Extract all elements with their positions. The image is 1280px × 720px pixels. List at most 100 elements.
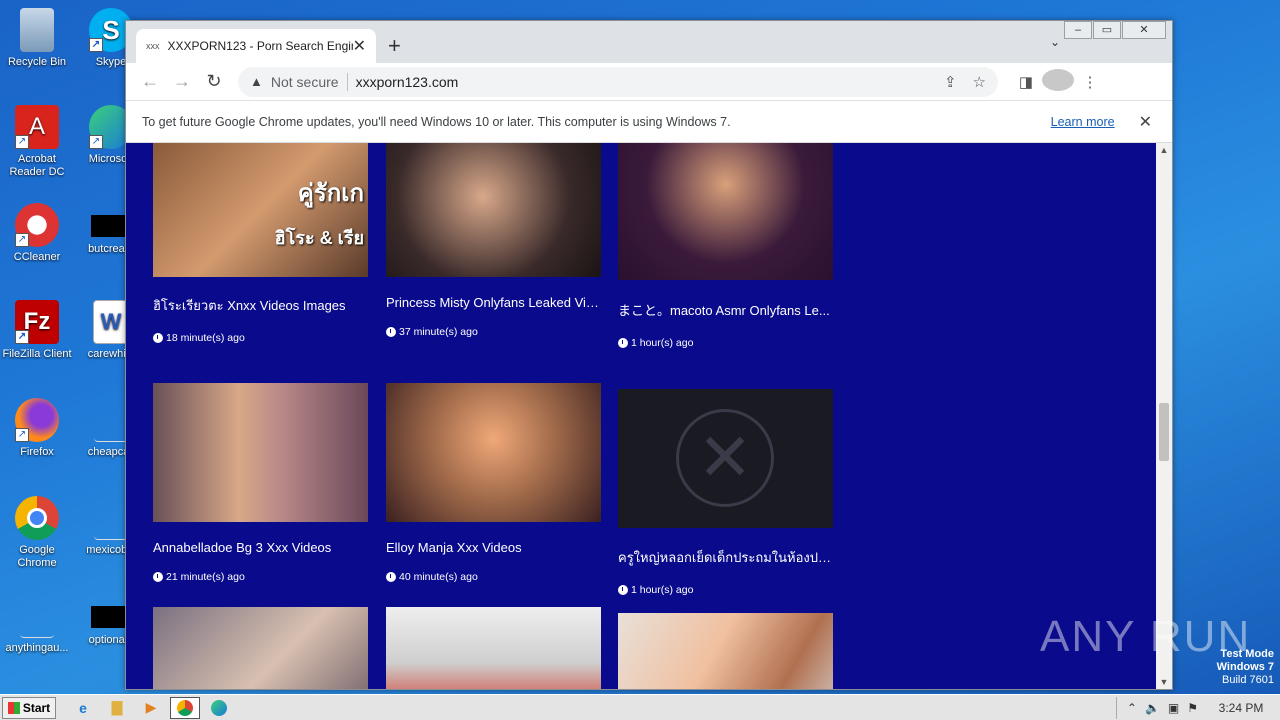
chrome-taskbar-icon[interactable] bbox=[170, 696, 200, 719]
time-text: 40 minute(s) ago bbox=[399, 571, 478, 583]
scroll-down-arrow-icon[interactable]: ▼ bbox=[1156, 677, 1172, 687]
clock-icon bbox=[618, 338, 628, 348]
volume-icon[interactable]: 🔈 bbox=[1145, 701, 1160, 715]
page-content: คู่รักเก ฮิโระ & เรีย ฮิโระเรียวตะ Xnxx … bbox=[126, 143, 1156, 689]
forward-button[interactable]: → bbox=[166, 71, 198, 92]
address-bar[interactable]: ▲ Not secure xxxporn123.com ⇪ ☆ bbox=[238, 66, 998, 97]
avatar-icon bbox=[1042, 68, 1074, 91]
scroll-up-arrow-icon[interactable]: ▲ bbox=[1156, 145, 1172, 155]
video-title[interactable]: Annabelladoe Bg 3 Xxx Videos bbox=[153, 540, 368, 555]
chrome-icon bbox=[15, 496, 59, 540]
video-title[interactable]: Elloy Manja Xxx Videos bbox=[386, 540, 601, 555]
desktop-icon-firefox[interactable]: ↗ Firefox bbox=[0, 398, 74, 459]
browser-toolbar: ← → ↻ ▲ Not secure xxxporn123.com ⇪ ☆ ◨ … bbox=[126, 63, 1172, 101]
video-card[interactable] bbox=[386, 607, 601, 689]
page-scrollbar[interactable]: ▲ ▼ bbox=[1156, 143, 1172, 689]
infobar-message: To get future Google Chrome updates, you… bbox=[142, 114, 731, 129]
video-title[interactable]: まこと。macoto Asmr Onlyfans Le... bbox=[618, 300, 833, 319]
divider bbox=[346, 72, 348, 91]
video-thumbnail[interactable] bbox=[386, 383, 601, 522]
video-title[interactable]: ฮิโระเรียวตะ Xnxx Videos Images bbox=[153, 295, 368, 316]
tab-close-icon[interactable]: ✕ bbox=[353, 36, 366, 56]
reload-button[interactable]: ↻ bbox=[198, 71, 230, 92]
desktop-icon-filezilla[interactable]: Fz ↗ FileZilla Client bbox=[0, 300, 74, 361]
desktop-icon-recycle-bin[interactable]: Recycle Bin bbox=[0, 8, 74, 69]
video-thumbnail[interactable]: คู่รักเก ฮิโระ & เรีย bbox=[153, 143, 368, 277]
tab-title: XXXPORN123 - Porn Search Engine bbox=[167, 39, 353, 53]
video-title[interactable]: ครูใหญ่หลอกเย็ดเด็กประถมในห้องปก... bbox=[618, 547, 833, 568]
learn-more-link[interactable]: Learn more bbox=[1051, 115, 1115, 129]
video-title[interactable]: Princess Misty Onlyfans Leaked Vid... bbox=[386, 295, 601, 310]
menu-kebab-icon[interactable]: ⋮ bbox=[1074, 73, 1106, 91]
tab-search-chevron-icon[interactable]: ⌄ bbox=[1050, 35, 1060, 49]
explorer-folder-taskbar-icon[interactable]: ▇ bbox=[102, 697, 132, 719]
video-time: 40 minute(s) ago bbox=[386, 571, 601, 583]
shortcut-arrow-icon: ↗ bbox=[15, 428, 29, 442]
tab-xxxporn123[interactable]: xxx XXXPORN123 - Porn Search Engine ✕ bbox=[136, 29, 376, 63]
video-thumbnail[interactable]: ✕ bbox=[618, 389, 833, 528]
security-status[interactable]: Not secure bbox=[271, 74, 339, 90]
profile-button[interactable] bbox=[1042, 68, 1074, 95]
video-thumbnail[interactable] bbox=[153, 383, 368, 522]
firefox-icon: ↗ bbox=[15, 398, 59, 442]
tab-favicon-icon: xxx bbox=[146, 41, 160, 51]
video-thumbnail[interactable] bbox=[618, 613, 833, 689]
video-card[interactable]: まこと。macoto Asmr Onlyfans Le... 1 hour(s)… bbox=[618, 143, 833, 349]
thumbnail-overlay-text: ฮิโระ & เรีย bbox=[274, 228, 364, 248]
shortcut-arrow-icon: ↗ bbox=[15, 135, 29, 149]
shortcut-arrow-icon: ↗ bbox=[15, 330, 29, 344]
clock-icon bbox=[386, 572, 396, 582]
video-thumbnail[interactable] bbox=[386, 143, 601, 277]
desktop-icon-label: Google Chrome bbox=[17, 544, 57, 569]
scrollbar-thumb[interactable] bbox=[1159, 403, 1169, 461]
video-card[interactable]: Annabelladoe Bg 3 Xxx Videos 21 minute(s… bbox=[153, 383, 368, 583]
new-tab-button[interactable]: + bbox=[388, 33, 401, 59]
build-label: Build 7601 bbox=[1222, 674, 1274, 686]
minimize-button[interactable]: – bbox=[1064, 21, 1092, 39]
network-icon[interactable]: ▣ bbox=[1168, 701, 1179, 715]
internet-explorer-taskbar-icon[interactable]: e bbox=[68, 697, 98, 719]
video-thumbnail[interactable] bbox=[618, 143, 833, 280]
infobar-close-icon[interactable]: ✕ bbox=[1139, 112, 1152, 132]
share-icon[interactable]: ⇪ bbox=[944, 73, 957, 91]
video-card[interactable]: Princess Misty Onlyfans Leaked Vid... 37… bbox=[386, 143, 601, 338]
video-card[interactable]: Elloy Manja Xxx Videos 40 minute(s) ago bbox=[386, 383, 601, 583]
edge-taskbar-icon[interactable] bbox=[204, 697, 234, 719]
start-button[interactable]: Start bbox=[2, 696, 56, 719]
maximize-button[interactable]: ▭ bbox=[1093, 21, 1121, 39]
time-text: 21 minute(s) ago bbox=[166, 571, 245, 583]
taskbar-clock[interactable]: 3:24 PM bbox=[1206, 701, 1276, 715]
desktop-icon-google-chrome[interactable]: Google Chrome bbox=[0, 496, 74, 570]
video-thumbnail[interactable] bbox=[153, 607, 368, 689]
file-icon bbox=[94, 398, 128, 442]
video-time: 18 minute(s) ago bbox=[153, 332, 368, 344]
video-time: 21 minute(s) ago bbox=[153, 571, 368, 583]
word-document-icon: W bbox=[93, 300, 129, 344]
action-center-flag-icon[interactable]: ⚑ bbox=[1187, 701, 1198, 715]
video-card[interactable]: ✕ ครูใหญ่หลอกเย็ดเด็กประถมในห้องปก... 1 … bbox=[618, 389, 833, 596]
tab-strip: xxx XXXPORN123 - Porn Search Engine ✕ + … bbox=[126, 21, 1172, 63]
url-text[interactable]: xxxporn123.com bbox=[356, 74, 928, 90]
time-text: 37 minute(s) ago bbox=[399, 326, 478, 338]
desktop-icon-anythingau[interactable]: anythingau... bbox=[0, 594, 74, 655]
desktop-icon-ccleaner[interactable]: ↗ CCleaner bbox=[0, 203, 74, 264]
clock-icon bbox=[618, 585, 628, 595]
video-card[interactable] bbox=[618, 613, 833, 689]
desktop-icon-label: Firefox bbox=[20, 446, 54, 458]
windows-logo-icon bbox=[7, 701, 20, 714]
desktop-icon-label: CCleaner bbox=[13, 251, 61, 263]
thumbnail-overlay-text: คู่รักเก bbox=[297, 180, 364, 207]
back-button[interactable]: ← bbox=[134, 71, 166, 92]
test-mode-notice: Test Mode Windows 7 Build 7601 bbox=[1217, 648, 1274, 687]
desktop-icon-acrobat[interactable]: A ↗ Acrobat Reader DC bbox=[0, 105, 74, 179]
video-thumbnail[interactable] bbox=[386, 607, 601, 689]
side-panel-icon[interactable]: ◨ bbox=[1010, 73, 1042, 91]
close-window-button[interactable]: ✕ bbox=[1122, 21, 1166, 39]
video-card[interactable] bbox=[153, 607, 368, 689]
video-card[interactable]: คู่รักเก ฮิโระ & เรีย ฮิโระเรียวตะ Xnxx … bbox=[153, 143, 368, 344]
warning-icon[interactable]: ▲ bbox=[250, 74, 263, 89]
media-player-taskbar-icon[interactable]: ▶ bbox=[136, 697, 166, 719]
bookmark-star-icon[interactable]: ☆ bbox=[973, 73, 986, 91]
taskbar: Start e ▇ ▶ ⌃ 🔈 ▣ ⚑ 3:24 PM bbox=[0, 694, 1280, 720]
tray-expand-icon[interactable]: ⌃ bbox=[1127, 701, 1137, 715]
